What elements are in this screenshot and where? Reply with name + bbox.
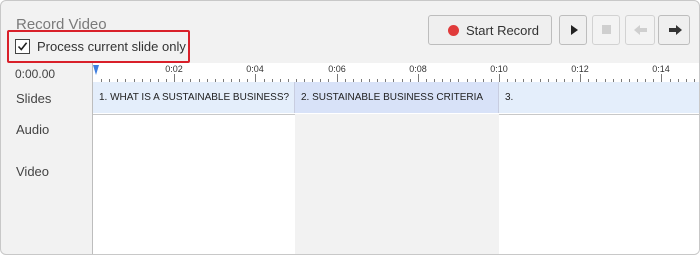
audio-row-label: Audio [16, 122, 50, 137]
slide-segment[interactable]: 1. WHAT IS A SUSTAINABLE BUSINESS? [93, 82, 295, 113]
ruler-tick-label: 0:06 [328, 64, 346, 74]
ruler-tick-label: 0:08 [409, 64, 427, 74]
slides-track: 1. WHAT IS A SUSTAINABLE BUSINESS? 2. SU… [93, 82, 699, 115]
process-current-slide-checkbox[interactable] [15, 39, 30, 54]
ruler-major-tick [580, 74, 581, 82]
current-slide-region [295, 114, 499, 254]
ruler-major-tick [499, 74, 500, 82]
timecode: 0:00.00 [15, 67, 56, 81]
record-video-panel: Record Video Process current slide only … [0, 0, 700, 255]
check-icon [17, 42, 28, 51]
slide-segment[interactable]: 3. [499, 82, 699, 113]
stop-icon [602, 25, 611, 34]
slide-segment[interactable]: 2. SUSTAINABLE BUSINESS CRITERIA [295, 82, 499, 113]
ruler-tick-label: 0:02 [165, 64, 183, 74]
ruler-major-tick [337, 74, 338, 82]
video-row-label: Video [16, 164, 50, 179]
ruler-major-tick [255, 74, 256, 82]
ruler-tick-label: 0:12 [571, 64, 589, 74]
next-button[interactable] [658, 15, 690, 45]
start-record-button[interactable]: Start Record [428, 15, 552, 45]
time-ruler[interactable]: 0:02 0:04 0:06 0:08 0:10 0:12 0:14 [93, 63, 699, 83]
ruler-tick-label: 0:10 [490, 64, 508, 74]
stop-button[interactable] [592, 15, 620, 45]
arrow-right-icon [669, 25, 682, 35]
start-record-label: Start Record [466, 23, 539, 38]
process-current-slide-label[interactable]: Process current slide only [37, 39, 186, 54]
playhead-marker[interactable] [93, 65, 99, 75]
ruler-major-tick [174, 74, 175, 82]
play-button[interactable] [559, 15, 587, 45]
ruler-tick-label: 0:14 [652, 64, 670, 74]
slides-row-label: Slides [16, 91, 52, 106]
record-icon [448, 25, 459, 36]
ruler-tick-label: 0:04 [246, 64, 264, 74]
play-icon [571, 25, 578, 35]
previous-button[interactable] [625, 15, 655, 45]
ruler-major-tick [661, 74, 662, 82]
timeline[interactable]: 0:02 0:04 0:06 0:08 0:10 0:12 0:14 1. WHAT IS … [92, 63, 699, 254]
ruler-major-tick [418, 74, 419, 82]
arrow-left-icon [634, 25, 647, 35]
